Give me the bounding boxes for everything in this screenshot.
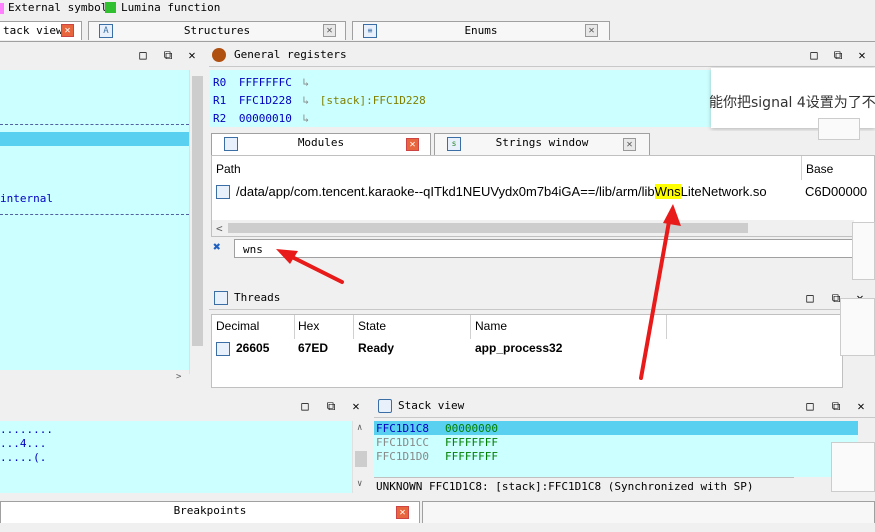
annotation-arrowhead [663, 204, 681, 226]
annotation-arrow-line [284, 252, 344, 284]
annotation-arrows [276, 204, 681, 380]
annotation-arrow-line [639, 214, 672, 380]
